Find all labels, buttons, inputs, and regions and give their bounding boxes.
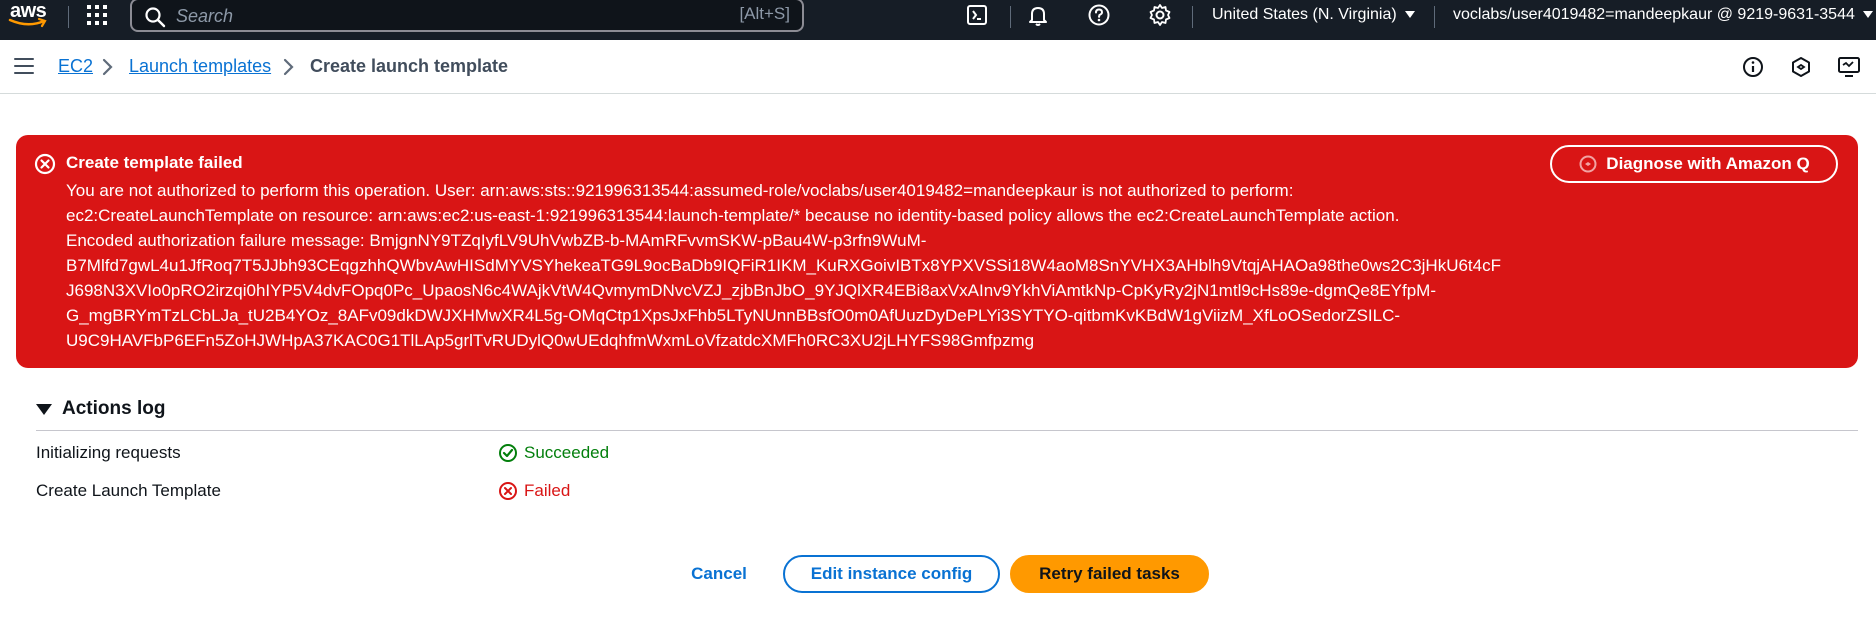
log-task-name: Create Launch Template [36, 481, 221, 500]
menu-icon[interactable] [14, 58, 34, 76]
log-row: Create Launch Template Failed [36, 481, 1858, 507]
error-icon [34, 153, 56, 175]
account-menu[interactable]: voclabs/user4019482=mandeepkaur @ 9219-9… [1453, 6, 1873, 24]
breadcrumb-ec2[interactable]: EC2 [58, 56, 93, 77]
region-label: United States (N. Virginia) [1212, 6, 1397, 23]
flash-message-line: ec2:CreateLaunchTemplate on resource: ar… [66, 206, 1400, 225]
search-icon [144, 6, 166, 28]
chevron-right-icon [102, 58, 113, 76]
error-flashbar: Create template failed You are not autho… [16, 135, 1858, 368]
breadcrumb-bar: EC2 Launch templates Create launch templ… [0, 40, 1876, 94]
chevron-down-icon [1404, 11, 1415, 19]
amazon-q-icon[interactable] [1789, 55, 1813, 79]
region-selector[interactable]: United States (N. Virginia) [1212, 6, 1415, 24]
log-task-name: Initializing requests [36, 443, 181, 462]
chevron-right-icon [283, 58, 294, 76]
flash-message-line: B7Mlfd7gwL4u1JfRoq7T5JJbh93CEqgzhhQWbvAw… [66, 256, 1501, 275]
nav-divider [1192, 6, 1193, 28]
flash-message-line: Encoded authorization failure message: B… [66, 231, 927, 250]
search-shortcut-hint: [Alt+S] [739, 4, 790, 23]
gear-icon[interactable] [1148, 3, 1172, 27]
diagnose-with-amazon-q-button[interactable]: Diagnose with Amazon Q [1550, 145, 1838, 183]
log-row: Initializing requests Succeeded [36, 443, 1858, 469]
search-input[interactable] [176, 4, 676, 28]
info-icon[interactable] [1741, 55, 1765, 79]
nav-divider [1434, 6, 1435, 28]
caret-down-icon [36, 403, 52, 415]
status-indicator: Failed [498, 481, 570, 501]
breadcrumb-launch-templates[interactable]: Launch templates [129, 56, 271, 77]
flash-message: You are not authorized to perform this o… [66, 178, 1556, 353]
account-label: voclabs/user4019482=mandeepkaur @ 9219-9… [1453, 6, 1855, 23]
status-indicator: Succeeded [498, 443, 609, 463]
status-text: Succeeded [524, 443, 610, 462]
flash-message-line: G_mgBRYmTzLCbLJa_tU2B4YOz_8AFv09dkDWJXHM… [66, 306, 1401, 325]
feedback-icon[interactable] [1837, 55, 1861, 79]
flash-message-line: You are not authorized to perform this o… [66, 181, 1294, 200]
diagnose-button-label: Diagnose with Amazon Q [1606, 154, 1810, 173]
error-icon [499, 482, 517, 500]
nav-divider [68, 6, 69, 28]
status-text: Failed [524, 481, 571, 500]
edit-instance-config-button[interactable]: Edit instance config [783, 555, 1000, 593]
flash-title: Create template failed [66, 153, 243, 172]
chevron-down-icon [1862, 11, 1873, 19]
top-navigation: aws [Alt+S] United States (N. Virginia) … [0, 0, 1876, 40]
help-icon[interactable] [1087, 3, 1111, 27]
check-circle-icon [499, 444, 517, 462]
cloudshell-icon[interactable] [965, 3, 989, 27]
bell-icon[interactable] [1026, 3, 1050, 27]
breadcrumb-current: Create launch template [310, 56, 509, 76]
amazon-q-icon [1579, 155, 1597, 173]
divider [36, 430, 1858, 431]
flash-message-line: U9C9HAVFbP6EFn5ZoHJWHpA37KAC0G1TlLAp5grl… [66, 331, 1035, 350]
cancel-button[interactable]: Cancel [680, 555, 758, 593]
nav-divider [1010, 6, 1011, 28]
flash-message-line: J698N3XVIo0pRO2irzqi0hIYP5V4dvFOpq0Pc_Up… [66, 281, 1436, 300]
actions-log-toggle[interactable]: Actions log [36, 398, 165, 420]
services-grid-icon[interactable] [86, 4, 108, 26]
aws-logo[interactable]: aws [8, 0, 52, 32]
actions-log-title: Actions log [62, 398, 166, 419]
retry-failed-tasks-button[interactable]: Retry failed tasks [1010, 555, 1209, 593]
search-bar[interactable]: [Alt+S] [130, 0, 804, 32]
